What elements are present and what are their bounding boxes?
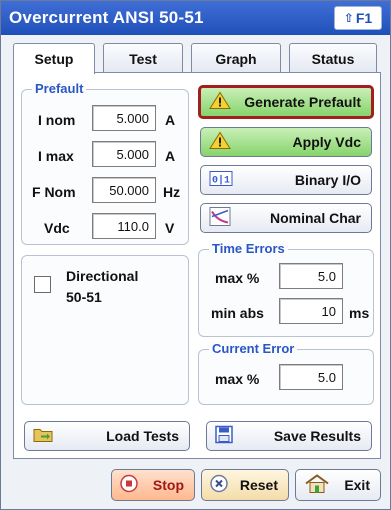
save-results-label: Save Results xyxy=(273,428,361,444)
current-max-pct-input[interactable]: 5.0 xyxy=(279,364,343,390)
imax-label: I max xyxy=(38,148,74,164)
binary-io-label: Binary I/O xyxy=(294,172,361,188)
window-title: Overcurrent ANSI 50-51 xyxy=(9,8,204,27)
tab-test[interactable]: Test xyxy=(103,43,183,73)
directional-group: Directional 50-51 xyxy=(21,255,189,405)
vdc-unit: V xyxy=(165,220,175,236)
tab-bar: Setup Test Graph Status xyxy=(13,43,379,74)
warning-icon xyxy=(209,131,231,153)
bottom-bar: Stop Reset Exit xyxy=(1,463,390,509)
title-bar: Overcurrent ANSI 50-51 ⇧ F1 xyxy=(1,1,390,35)
chart-icon xyxy=(209,207,231,230)
inom-input[interactable]: 5.000 xyxy=(92,105,156,131)
imax-unit: A xyxy=(165,148,176,164)
time-errors-group: Time Errors max % 5.0 min abs 10 ms xyxy=(198,241,374,337)
directional-sublabel: 50-51 xyxy=(66,289,102,305)
generate-prefault-label: Generate Prefault xyxy=(244,94,361,110)
app-window: Overcurrent ANSI 50-51 ⇧ F1 Setup Test G… xyxy=(0,0,391,510)
reset-button[interactable]: Reset xyxy=(201,469,289,501)
vdc-label: Vdc xyxy=(44,220,70,236)
save-results-button[interactable]: Save Results xyxy=(206,421,372,451)
fnom-unit: Hz xyxy=(163,184,181,200)
generate-prefault-button[interactable]: Generate Prefault xyxy=(198,85,374,119)
help-label: F1 xyxy=(355,10,373,26)
svg-text:0|1: 0|1 xyxy=(212,175,230,187)
apply-vdc-label: Apply Vdc xyxy=(292,134,361,150)
inom-unit: A xyxy=(165,112,176,128)
help-button[interactable]: ⇧ F1 xyxy=(334,6,382,30)
time-max-pct-label: max % xyxy=(215,270,260,286)
stop-label: Stop xyxy=(152,477,184,493)
imax-input[interactable]: 5.000 xyxy=(92,141,156,167)
nominal-char-button[interactable]: Nominal Char xyxy=(200,203,372,233)
save-icon xyxy=(215,425,233,447)
help-arrow-icon: ⇧ xyxy=(343,11,354,25)
tab-test-label: Test xyxy=(129,50,157,67)
folder-icon xyxy=(33,427,53,446)
inom-label: I nom xyxy=(38,112,76,128)
load-tests-button[interactable]: Load Tests xyxy=(24,421,190,451)
tab-graph-label: Graph xyxy=(215,50,257,67)
time-max-pct-input[interactable]: 5.0 xyxy=(279,263,343,289)
warning-icon xyxy=(209,91,231,113)
time-min-abs-input[interactable]: 10 xyxy=(279,298,343,324)
fnom-input[interactable]: 50.000 xyxy=(92,177,156,203)
nominal-char-label: Nominal Char xyxy=(269,210,361,226)
fnom-label: F Nom xyxy=(32,184,76,200)
stop-icon xyxy=(120,474,138,496)
binary-io-button[interactable]: 0|1 Binary I/O xyxy=(200,165,372,195)
current-error-group: Current Error max % 5.0 xyxy=(198,341,374,405)
time-errors-title: Time Errors xyxy=(209,241,288,256)
time-min-abs-label: min abs xyxy=(211,305,264,321)
exit-button[interactable]: Exit xyxy=(295,469,381,501)
directional-label: Directional xyxy=(66,268,139,284)
tab-setup[interactable]: Setup xyxy=(13,43,95,74)
prefault-title: Prefault xyxy=(32,81,87,96)
current-error-title: Current Error xyxy=(209,341,298,356)
exit-label: Exit xyxy=(344,477,370,493)
tab-status[interactable]: Status xyxy=(289,43,377,73)
home-icon xyxy=(304,474,330,497)
apply-vdc-button[interactable]: Apply Vdc xyxy=(200,127,372,157)
load-tests-label: Load Tests xyxy=(106,428,179,444)
vdc-input[interactable]: 110.0 xyxy=(92,213,156,239)
reset-icon xyxy=(210,474,228,496)
setup-panel: Prefault I nom 5.000 A I max 5.000 A F N… xyxy=(13,72,381,459)
binary-io-icon: 0|1 xyxy=(209,170,233,191)
stop-button[interactable]: Stop xyxy=(111,469,195,501)
current-max-pct-label: max % xyxy=(215,371,260,387)
tab-setup-label: Setup xyxy=(34,51,74,67)
time-min-abs-unit: ms xyxy=(349,305,370,321)
reset-label: Reset xyxy=(239,477,278,493)
directional-checkbox[interactable] xyxy=(34,276,51,293)
prefault-group: Prefault I nom 5.000 A I max 5.000 A F N… xyxy=(21,81,189,245)
tab-status-label: Status xyxy=(311,50,355,67)
tab-graph[interactable]: Graph xyxy=(191,43,281,73)
